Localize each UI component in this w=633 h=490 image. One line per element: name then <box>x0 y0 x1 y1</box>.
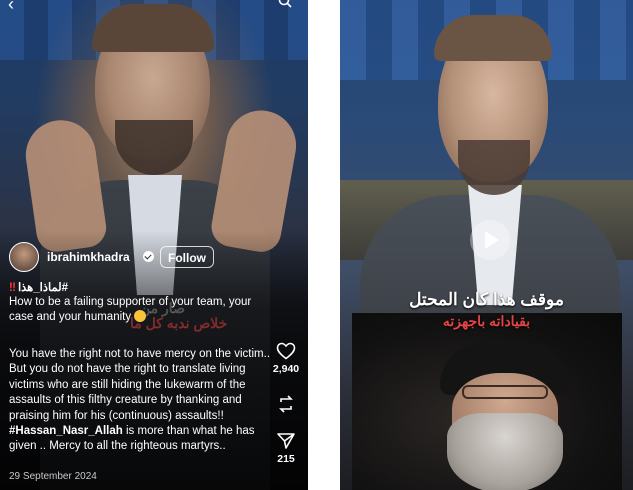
verified-badge-icon <box>143 251 154 262</box>
speaker-beard <box>115 120 193 175</box>
caption-title: How to be a failing supporter of your te… <box>9 295 274 325</box>
caption-body: You have the right not to have mercy on … <box>9 347 277 455</box>
inset-beard <box>447 413 563 490</box>
left-video-post[interactable]: ‹ ibrahimkhadra Follow ‼ #لماذا_هذا صار م… <box>0 0 308 490</box>
search-icon[interactable] <box>278 0 292 8</box>
caption-title-text: How to be a failing supporter of your te… <box>9 296 252 323</box>
follow-button[interactable]: Follow <box>160 246 214 268</box>
post-date: 29 September 2024 <box>9 471 97 482</box>
share-count: 215 <box>277 453 295 465</box>
speaker-hair <box>434 15 552 61</box>
author-row: ibrahimkhadra Follow <box>9 242 308 274</box>
video-overlay-subtitle: بقياداته باجهزته <box>442 313 531 329</box>
author-username[interactable]: ibrahimkhadra <box>47 250 130 264</box>
like-count: 2,940 <box>272 363 300 375</box>
repost-icon <box>279 395 293 413</box>
hashtag-link[interactable]: #لماذا_هذا <box>18 282 68 294</box>
hashtag-line: ‼ #لماذا_هذا <box>9 280 68 294</box>
share-button[interactable]: 215 <box>268 432 304 465</box>
speaker-hair <box>92 4 214 52</box>
heart-icon <box>276 342 296 360</box>
send-icon <box>277 433 295 449</box>
caption-body-text-1: You have the right not to have mercy on … <box>9 348 271 422</box>
inset-photo <box>352 313 622 490</box>
caption-hashtag-link[interactable]: #Hassan_Nasr_Allah <box>9 425 123 437</box>
back-arrow-icon[interactable]: ‹ <box>8 0 14 15</box>
right-video-post[interactable]: موقف هذا كان المحتل بقياداته باجهزته <box>340 0 633 490</box>
play-icon[interactable] <box>470 220 510 260</box>
repost-button[interactable] <box>268 394 304 417</box>
inset-glasses <box>462 385 548 399</box>
video-overlay-title: موقف هذا كان المحتل <box>409 290 564 309</box>
avatar[interactable] <box>9 242 39 272</box>
like-button[interactable]: 2,940 <box>268 342 304 375</box>
thinking-emoji-icon <box>134 310 147 322</box>
double-exclamation-icon: ‼ <box>9 282 16 294</box>
